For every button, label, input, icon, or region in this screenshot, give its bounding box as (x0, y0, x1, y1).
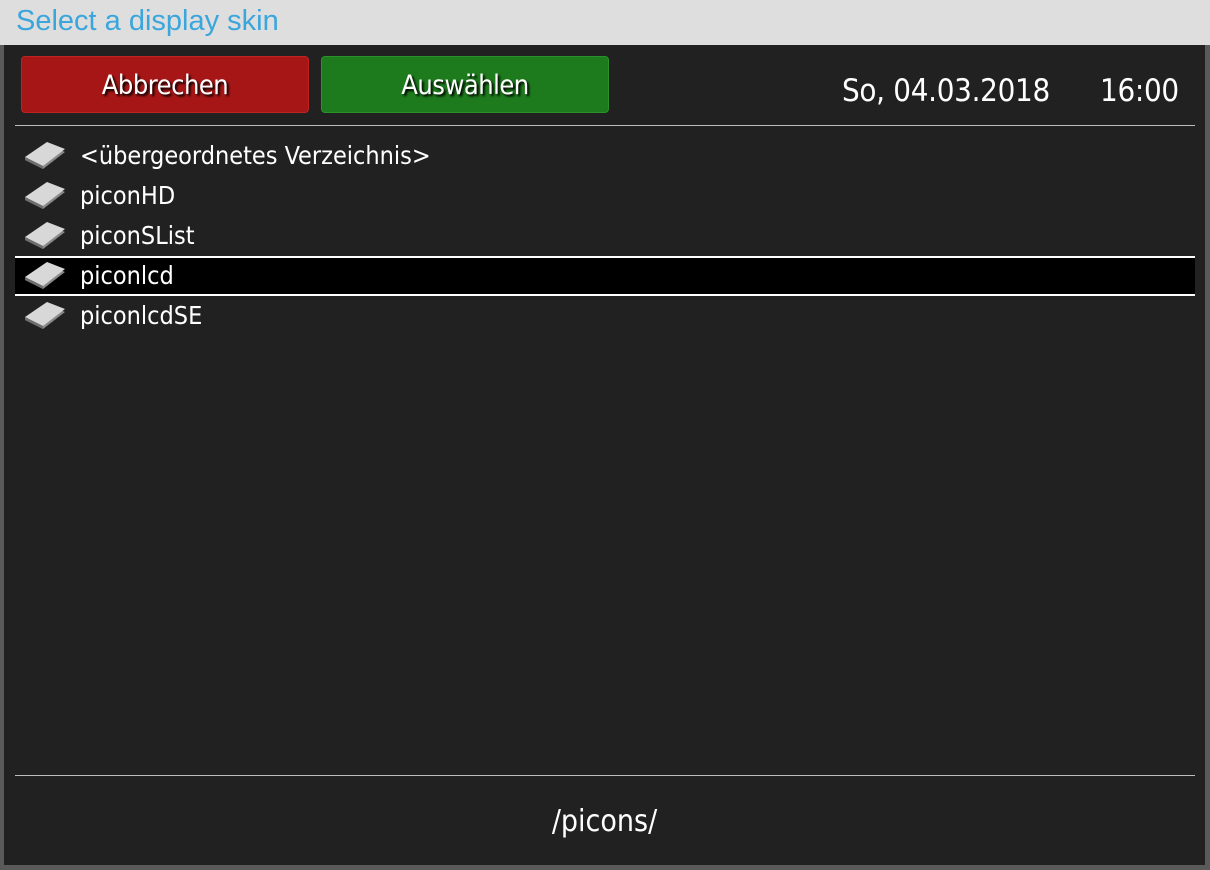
list-item-label: piconlcd (80, 261, 174, 290)
bottom-divider (15, 775, 1195, 776)
list-item-label: piconlcdSE (80, 301, 203, 330)
file-list: <übergeordnetes Verzeichnis> piconHD pic… (15, 136, 1195, 336)
title-bar: Select a display skin (0, 0, 1210, 45)
folder-icon (25, 302, 65, 329)
folder-icon (25, 142, 65, 169)
list-item-label: piconHD (80, 181, 176, 210)
list-item-piconhd[interactable]: piconHD (15, 176, 1195, 216)
time-display: 16:00 (1100, 73, 1179, 109)
cancel-button[interactable]: Abbrechen (21, 56, 309, 113)
current-path: /picons/ (551, 804, 658, 839)
select-button[interactable]: Auswählen (321, 56, 609, 113)
list-item-piconlcd[interactable]: piconlcd (15, 256, 1195, 296)
folder-icon (25, 182, 65, 209)
list-item-piconslist[interactable]: piconSList (15, 216, 1195, 256)
list-item-piconlcdse[interactable]: piconlcdSE (15, 296, 1195, 336)
window-title: Select a display skin (16, 5, 279, 37)
folder-icon (25, 262, 65, 289)
list-item-label: <übergeordnetes Verzeichnis> (80, 141, 431, 170)
skin-selector-screen: Abbrechen Auswählen So, 04.03.2018 16:00… (4, 45, 1205, 865)
top-divider (15, 125, 1195, 126)
list-item-parent-directory[interactable]: <übergeordnetes Verzeichnis> (15, 136, 1195, 176)
list-item-label: piconSList (80, 221, 195, 250)
folder-icon (25, 222, 65, 249)
date-display: So, 04.03.2018 (842, 73, 1050, 109)
